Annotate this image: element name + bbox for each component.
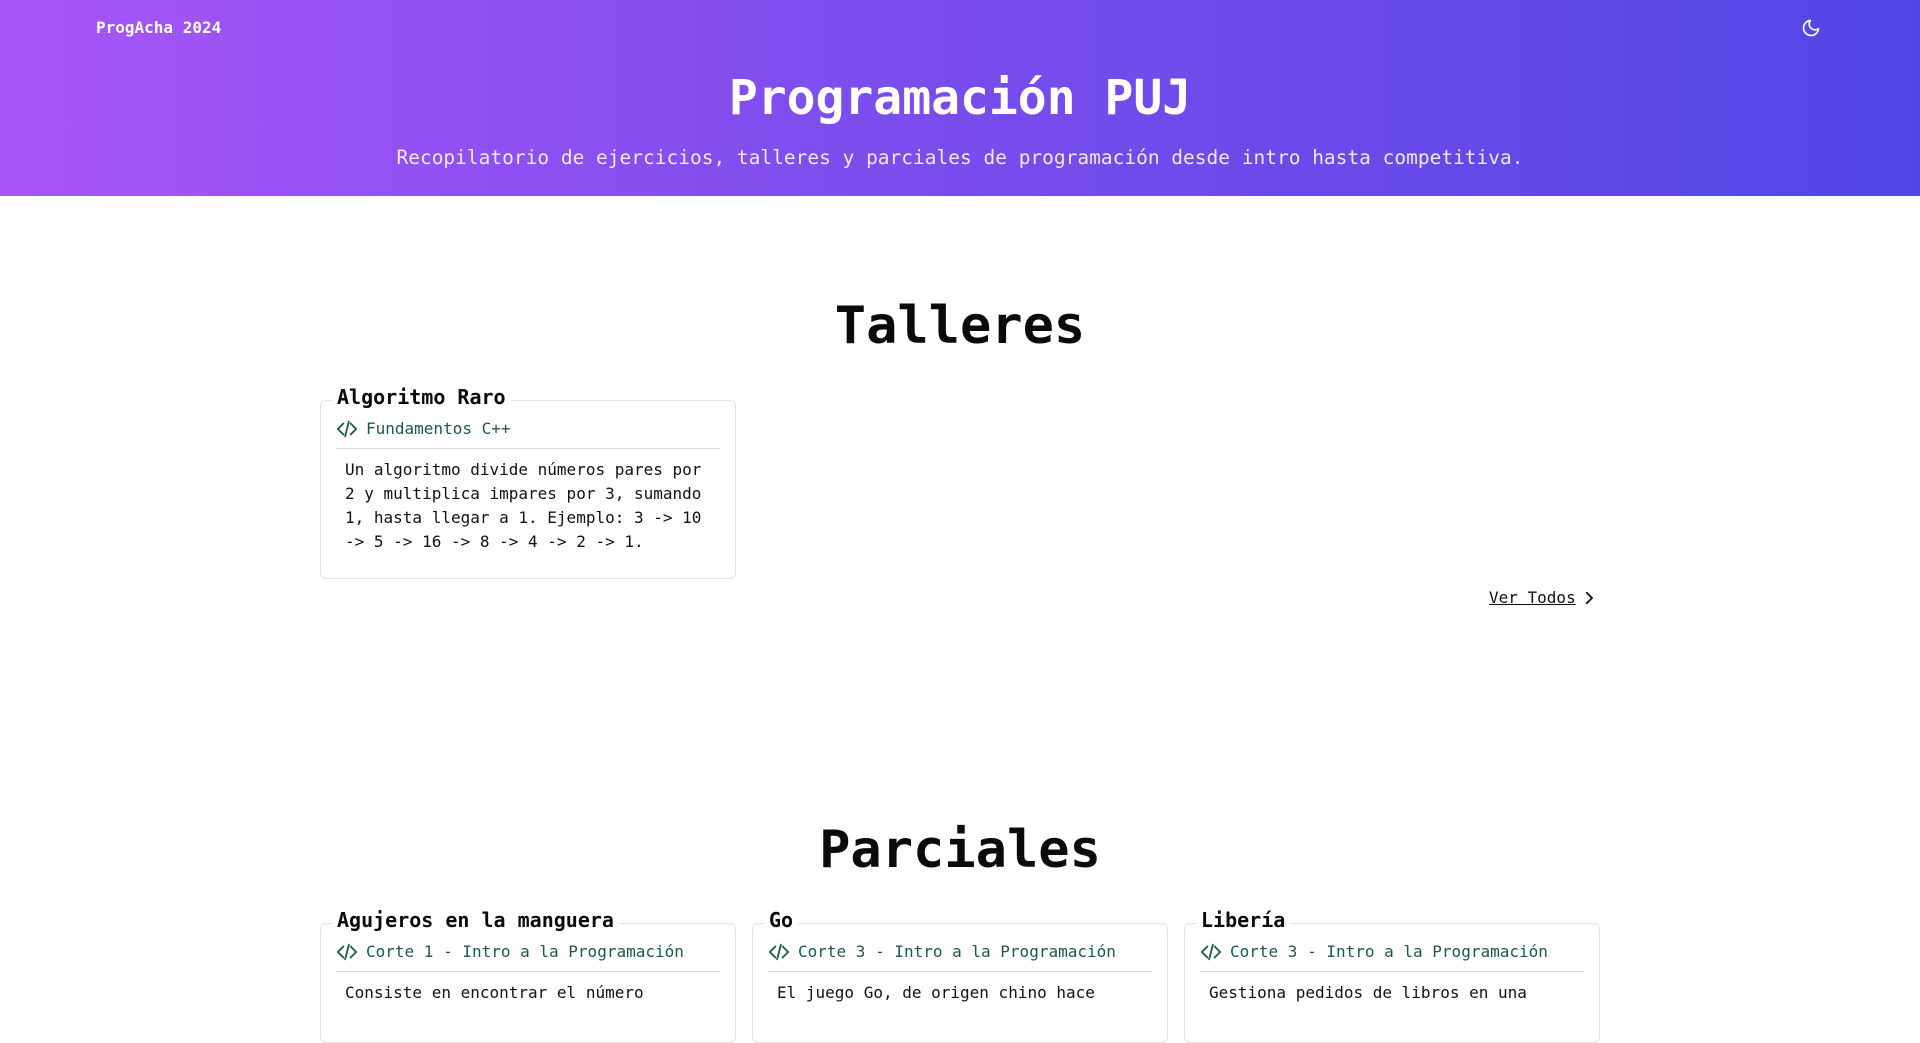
card-description: Un algoritmo divide números pares por 2 …: [345, 460, 702, 551]
section-title-parciales: Parciales: [819, 820, 1101, 880]
card-title[interactable]: Libería: [1196, 908, 1291, 932]
page-title: Programación PUJ: [728, 70, 1192, 126]
card-tag-label: Corte 3 - Intro a la Programación: [798, 942, 1116, 961]
see-all-label: Ver Todos: [1489, 588, 1576, 607]
code-icon: [1200, 943, 1222, 960]
card-tag-label: Fundamentos C++: [366, 419, 511, 438]
code-icon: [336, 943, 358, 960]
chevron-right-icon: [1585, 591, 1593, 604]
section-title-talleres: Talleres: [834, 296, 1086, 356]
brand-link[interactable]: ProgAcha 2024: [96, 18, 221, 37]
hero-header: ProgAcha 2024 Programación PUJ Recopilat…: [0, 0, 1920, 196]
page-subtitle: Recopilatorio de ejercicios, talleres y …: [396, 146, 1524, 169]
parcial-card[interactable]: Go Corte 3 - Intro a la Programación El …: [752, 908, 1168, 1043]
parcial-card[interactable]: Agujeros en la manguera Corte 1 - Intro …: [320, 908, 736, 1043]
theme-toggle-button[interactable]: [1798, 15, 1824, 41]
parcial-card[interactable]: Libería Corte 3 - Intro a la Programació…: [1184, 908, 1600, 1043]
moon-icon: [1802, 19, 1820, 37]
code-icon: [768, 943, 790, 960]
taller-card[interactable]: Algoritmo Raro Fundamentos C++ Un algori…: [320, 385, 736, 579]
card-description: Gestiona pedidos de libros en una: [1209, 983, 1527, 1002]
card-description: El juego Go, de origen chino hace: [777, 983, 1095, 1002]
card-title[interactable]: Algoritmo Raro: [332, 385, 511, 409]
card-description: Consiste en encontrar el número: [345, 983, 644, 1002]
card-tag-label: Corte 3 - Intro a la Programación: [1230, 942, 1548, 961]
card-tag: Corte 3 - Intro a la Programación: [768, 924, 1152, 972]
card-tag-label: Corte 1 - Intro a la Programación: [366, 942, 684, 961]
card-title[interactable]: Agujeros en la manguera: [332, 908, 619, 932]
code-icon: [336, 420, 358, 437]
card-title[interactable]: Go: [764, 908, 799, 932]
see-all-link[interactable]: Ver Todos: [1489, 588, 1598, 607]
